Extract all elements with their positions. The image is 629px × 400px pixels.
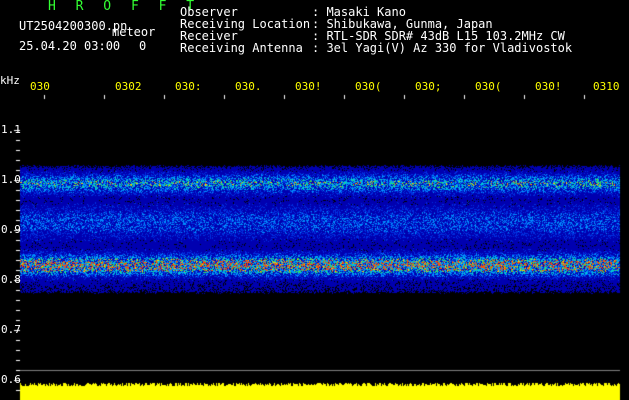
mode-label: meteor	[112, 25, 156, 39]
time-label: 030!	[535, 80, 562, 93]
datetime: 25.04.20 03:00	[19, 39, 121, 53]
spectrogram-canvas	[0, 0, 629, 400]
count: 0	[139, 39, 147, 53]
time-label: 0302	[115, 80, 142, 93]
time-label: 030	[30, 80, 50, 93]
freq-label: 0.6	[1, 373, 21, 386]
freq-label: 0.8	[1, 273, 21, 286]
time-label: 030(	[355, 80, 382, 93]
time-label: 0310	[593, 80, 620, 93]
app-title: H R O F F T	[48, 0, 201, 14]
freq-label: 1.0	[1, 173, 21, 186]
time-label: 030:	[175, 80, 202, 93]
info-value-antenna: : 3el Yagi(V) Az 330 for Vladivostok	[312, 41, 573, 55]
info-label-antenna: Receiving Antenna	[180, 41, 303, 55]
freq-label: 0.7	[1, 323, 21, 336]
time-label: 030.	[235, 80, 262, 93]
time-label: 030(	[475, 80, 502, 93]
time-label: 030;	[415, 80, 442, 93]
freq-label: 1.1	[1, 123, 21, 136]
time-label: 030!	[295, 80, 322, 93]
freq-label: 0.9	[1, 223, 21, 236]
freq-unit-label: kHz	[0, 74, 20, 87]
